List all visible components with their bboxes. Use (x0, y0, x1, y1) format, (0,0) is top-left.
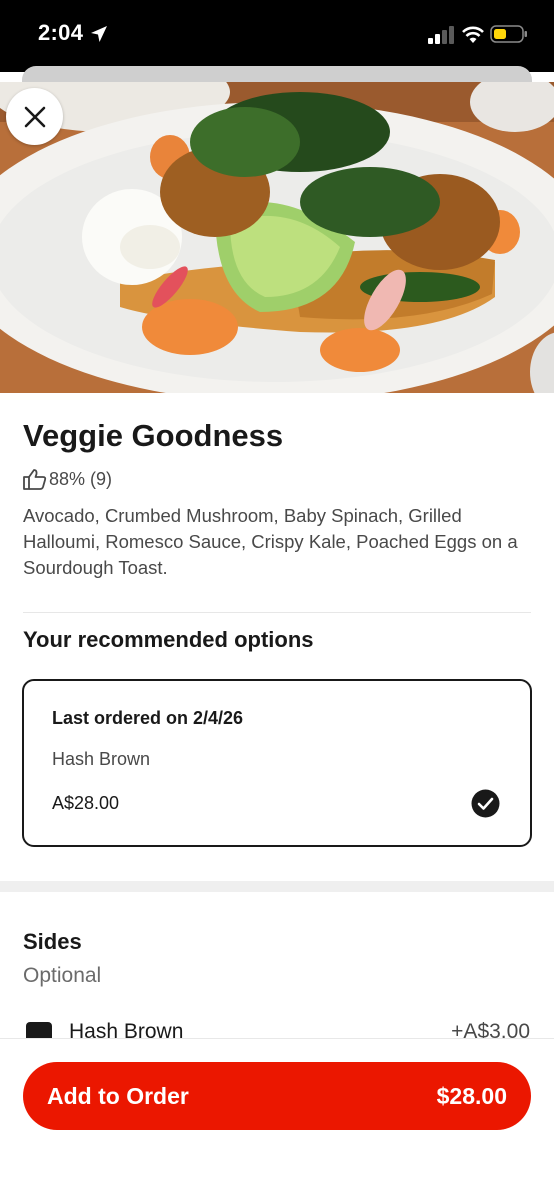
recommended-option-card[interactable]: Last ordered on 2/4/26 Hash Brown A$28.0… (22, 679, 532, 847)
rating-text: 88% (9) (49, 468, 113, 489)
signal-icon (428, 26, 454, 44)
close-icon (24, 106, 45, 127)
item-rating: 88% (9) (23, 468, 112, 490)
add-to-order-button[interactable]: Add to Order $28.00 (23, 1062, 531, 1130)
sides-title: Sides (23, 929, 82, 954)
close-button[interactable] (6, 88, 63, 145)
sides-subtitle: Optional (23, 964, 102, 987)
status-time: 2:04 (38, 20, 84, 45)
hero-food-image (0, 82, 554, 393)
recommended-option-price: A$28.00 (52, 793, 120, 813)
side-option-price: +A$3.00 (451, 1020, 530, 1038)
divider (23, 612, 531, 613)
item-title: Veggie Goodness (23, 418, 284, 453)
location-arrow-icon (91, 26, 107, 42)
checkmark-circle-icon (471, 789, 500, 818)
last-ordered-label: Last ordered on 2/4/26 (52, 708, 244, 728)
add-to-order-label: Add to Order (47, 1082, 189, 1109)
wifi-icon (462, 26, 484, 43)
side-option-row[interactable]: Hash Brown +A$3.00 (0, 1018, 554, 1038)
thumbs-up-icon (23, 469, 47, 490)
recommended-options-title: Your recommended options (23, 627, 314, 652)
add-to-order-price: $28.00 (436, 1082, 507, 1109)
food-photo (0, 82, 554, 393)
item-description: Avocado, Crumbed Mushroom, Baby Spinach,… (23, 505, 518, 578)
status-bar: 2:04 (0, 0, 554, 72)
battery-icon (490, 25, 527, 43)
recommended-option-name: Hash Brown (52, 749, 151, 769)
bottom-action-bar: Add to Order $28.00 (0, 1038, 554, 1200)
side-option-label: Hash Brown (69, 1020, 184, 1038)
section-separator (0, 881, 554, 892)
side-checkbox[interactable] (26, 1022, 52, 1038)
